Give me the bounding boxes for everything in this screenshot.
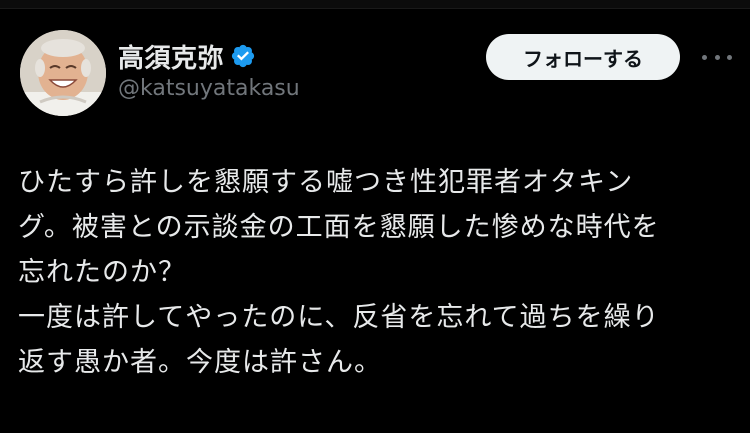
author-display-name[interactable]: 高須克弥 bbox=[118, 38, 224, 75]
more-dot bbox=[714, 54, 720, 60]
follow-button[interactable]: フォローする bbox=[486, 34, 680, 80]
author-name-row: 高須克弥 bbox=[118, 38, 256, 75]
post-text-line: 返す愚か者。今度は許さん。 bbox=[18, 347, 382, 378]
top-divider bbox=[0, 0, 750, 9]
author-handle[interactable]: @katsuyatakasu bbox=[118, 76, 300, 101]
post-header: 高須克弥 @katsuyatakasu フォローする bbox=[20, 30, 732, 120]
post-text-line: 忘れたのか？ bbox=[18, 257, 186, 288]
more-dot bbox=[702, 54, 707, 60]
verified-badge-icon bbox=[230, 43, 256, 69]
avatar[interactable] bbox=[20, 30, 106, 116]
more-horizontal-icon[interactable] bbox=[702, 44, 732, 70]
post-text-line: 一度は許してやったのに、反省を忘れて過ちを繰り bbox=[18, 302, 660, 333]
more-dot bbox=[727, 54, 732, 60]
post-text: ひたすら許しを懇願する嘘つき性犯罪者オタキン グ。被害との示談金の工面を懇願した… bbox=[18, 160, 732, 385]
post-text-line: ひたすら許しを懇願する嘘つき性犯罪者オタキン bbox=[18, 167, 634, 198]
post-text-line: グ。被害との示談金の工面を懇願した惨めな時代を bbox=[18, 212, 660, 243]
